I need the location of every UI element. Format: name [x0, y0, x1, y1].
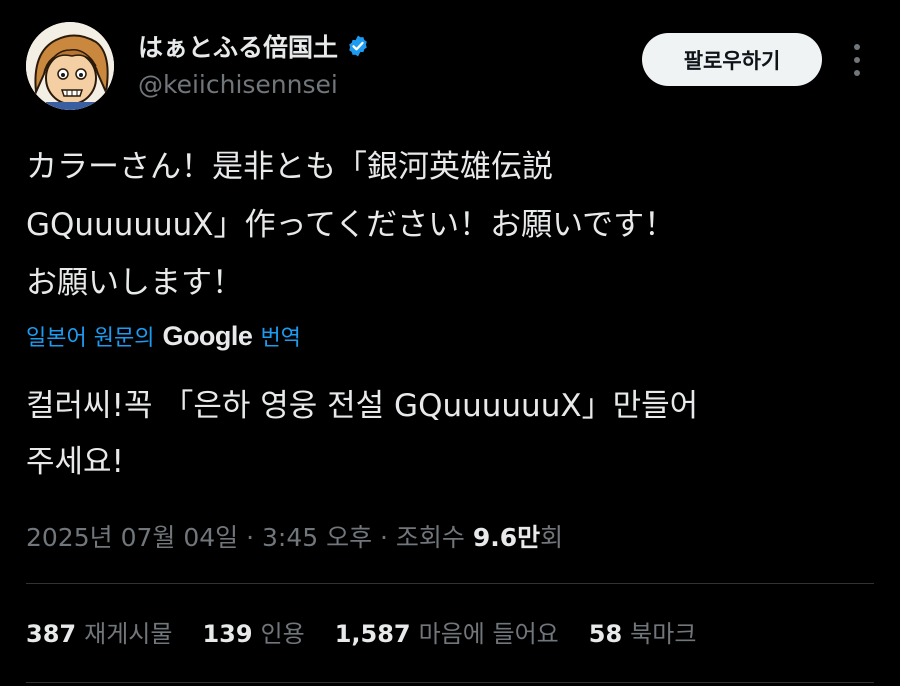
more-dot	[854, 44, 860, 50]
user-handle[interactable]: @keiichisennsei	[138, 70, 338, 99]
display-name[interactable]: はぁとふる倍国土	[138, 28, 370, 64]
stat-number: 1,587	[334, 620, 411, 648]
tweet-time[interactable]: 3:45 오후	[262, 523, 372, 552]
stat-label: 인용	[260, 620, 305, 648]
tweet-text: カラーさん！是非とも「銀河英雄伝説 GQuuuuuuX」作ってください！お願いで…	[26, 149, 676, 301]
translated-text: 컬러씨!꼭 「은하 영웅 전설 GQuuuuuuX」만들어 주세요!	[26, 388, 699, 480]
stat-bookmarks[interactable]: 58 북마크	[589, 614, 697, 649]
stat-number: 139	[202, 620, 253, 648]
more-dots-icon[interactable]	[845, 44, 869, 76]
meta-separator: ·	[238, 523, 262, 552]
stat-label: 북마크	[630, 620, 697, 648]
tweet-meta: 2025년 07월 04일 · 3:45 오후 · 조회수 9.6만회	[26, 518, 563, 554]
engagement-stats: 387 재게시물 139 인용 1,587 마음에 들어요 58 북마크	[26, 614, 696, 649]
stat-number: 58	[588, 620, 623, 648]
more-dot	[854, 70, 860, 76]
display-name-text[interactable]: はぁとふる倍国土	[138, 28, 338, 64]
follow-button[interactable]: 팔로우하기	[642, 33, 822, 86]
tweet-date[interactable]: 2025년 07월 04일	[26, 523, 238, 552]
avatar-cartoon-image	[26, 22, 114, 110]
meta-separator: ·	[372, 523, 396, 552]
stat-label: 마음에 들어요	[418, 620, 559, 648]
google-logo: Google	[162, 320, 253, 351]
stat-label: 재게시물	[84, 620, 173, 648]
views-count: 9.6만	[472, 523, 541, 552]
stat-likes[interactable]: 1,587 마음에 들어요	[335, 614, 559, 649]
views-label: 조회수	[395, 523, 473, 552]
translation-prefix: 일본어 원문의	[26, 326, 155, 351]
more-dot	[854, 57, 860, 63]
verified-badge-icon	[349, 35, 367, 57]
translation-suffix: 번역	[260, 326, 301, 351]
divider	[26, 682, 874, 683]
stat-quotes[interactable]: 139 인용	[202, 614, 304, 649]
stat-number: 387	[26, 620, 77, 648]
views-suffix: 회	[540, 523, 564, 552]
translation-attribution[interactable]: 일본어 원문의 Google 번역	[26, 320, 301, 352]
avatar[interactable]	[26, 22, 114, 110]
divider	[26, 583, 874, 584]
stat-reposts[interactable]: 387 재게시물	[26, 614, 172, 649]
